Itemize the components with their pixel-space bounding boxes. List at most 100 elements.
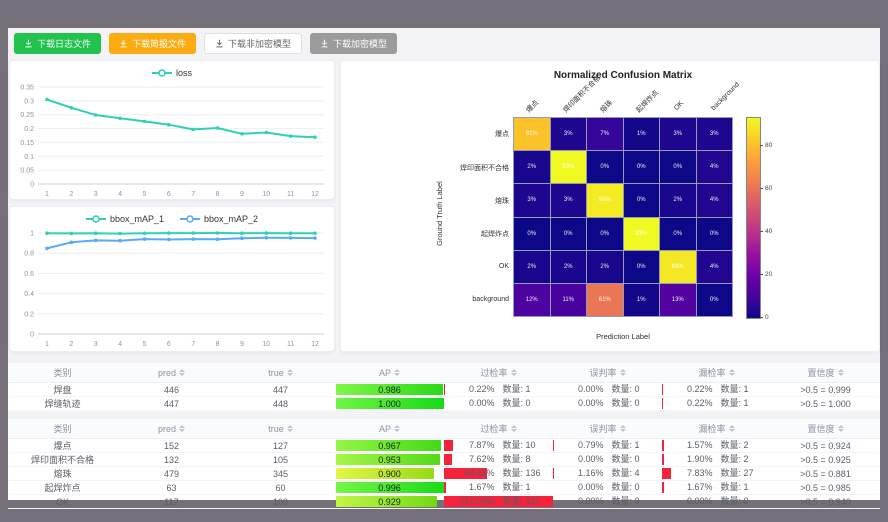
matrix-cell: 0% bbox=[587, 151, 623, 183]
app-window: { "toolbar": { "buttons": [ {"label": "下… bbox=[0, 0, 888, 522]
rate-percent: 0.00% bbox=[556, 383, 604, 396]
bbox-map-line-chart: 00.20.40.60.81123456789101112 bbox=[10, 227, 334, 349]
svg-text:0.05: 0.05 bbox=[20, 168, 34, 175]
matrix-cell: 0% bbox=[660, 218, 696, 250]
column-header-miss-rate[interactable]: 漏检率 bbox=[662, 419, 771, 439]
column-header-true[interactable]: true bbox=[226, 419, 335, 439]
ap-value: 0.929 bbox=[335, 497, 444, 507]
confusion-matrix-card: Normalized Confusion Matrix 81%3%7%1%3%3… bbox=[340, 60, 880, 352]
column-header-true[interactable]: true bbox=[226, 363, 335, 383]
column-header-ap[interactable]: AP bbox=[335, 419, 444, 439]
rate-percent: 0.00% bbox=[556, 453, 604, 466]
rate-percent: 117.00% bbox=[447, 495, 495, 508]
rate-count: 数量: 117 bbox=[503, 495, 551, 508]
matrix-cell: 0% bbox=[697, 218, 733, 250]
svg-text:1: 1 bbox=[45, 191, 49, 198]
ap-value: 0.986 bbox=[335, 385, 444, 395]
column-header-mis-rate[interactable]: 误判率 bbox=[553, 419, 662, 439]
download-log-button[interactable]: 下载日志文件 bbox=[14, 33, 101, 54]
column-header-confidence[interactable]: 置信度 bbox=[771, 419, 880, 439]
svg-text:10: 10 bbox=[262, 341, 270, 348]
svg-text:3: 3 bbox=[94, 191, 98, 198]
colorbar-tick bbox=[760, 274, 763, 275]
download-icon bbox=[119, 39, 128, 48]
mis-rate-cell: 0.00%数量: 0 bbox=[553, 453, 662, 467]
matrix-row-label: 焊印面积不合格 bbox=[397, 163, 509, 173]
column-header-label: 类别 bbox=[53, 366, 71, 379]
mis-rate-cell: 0.00%数量: 0 bbox=[553, 481, 662, 495]
column-header-over-rate[interactable]: 过检率 bbox=[444, 363, 553, 383]
column-header-ap[interactable]: AP bbox=[335, 363, 444, 383]
sort-carets-icon bbox=[838, 369, 844, 376]
matrix-cell: 0% bbox=[624, 151, 660, 183]
colorbar-tick-label: 20 bbox=[765, 271, 772, 278]
matrix-cell: 2% bbox=[660, 184, 696, 216]
matrix-cell: 11% bbox=[551, 284, 587, 316]
confidence-cell: >0.5 = 1.000 bbox=[771, 397, 880, 411]
matrix-column-label: background bbox=[710, 81, 741, 112]
metrics-tables-section: 类别predtrueAP过检率误判率漏检率置信度焊盘4464470.9860.2… bbox=[8, 363, 880, 500]
download-unencrypted-model-label: 下载非加密模型 bbox=[228, 37, 291, 50]
colorbar-tick bbox=[760, 317, 763, 318]
confusion-matrix-ylabel: Ground Truth Label bbox=[435, 181, 444, 246]
line-marker-icon bbox=[152, 68, 172, 78]
matrix-cell: 93% bbox=[551, 151, 587, 183]
download-encrypted-model-label: 下载加密模型 bbox=[333, 37, 387, 50]
svg-text:7: 7 bbox=[191, 341, 195, 348]
over-rate-cell: 1.67%数量: 1 bbox=[444, 481, 553, 495]
column-header-confidence[interactable]: 置信度 bbox=[771, 363, 880, 383]
ap-cell: 0.967 bbox=[335, 439, 444, 453]
legend-item-bbox-map-1[interactable]: bbox_mAP_1 bbox=[86, 214, 164, 224]
matrix-cell: 4% bbox=[697, 184, 733, 216]
download-report-button[interactable]: 下载简报文件 bbox=[109, 33, 196, 54]
column-header-over-rate[interactable]: 过检率 bbox=[444, 419, 553, 439]
svg-text:10: 10 bbox=[262, 191, 270, 198]
sort-carets-icon bbox=[729, 369, 735, 376]
loss-chart-legend: loss bbox=[10, 61, 334, 81]
over-rate-cell: 0.22%数量: 1 bbox=[444, 383, 553, 397]
colorbar-tick bbox=[760, 188, 763, 189]
download-unencrypted-model-button[interactable]: 下载非加密模型 bbox=[204, 33, 302, 54]
sort-carets-icon bbox=[179, 425, 185, 432]
rate-percent: 7.62% bbox=[447, 453, 495, 466]
column-header-label: 过检率 bbox=[480, 422, 507, 435]
metrics-table: 类别predtrueAP过检率误判率漏检率置信度焊盘4464470.9860.2… bbox=[8, 363, 880, 411]
rate-percent: 39.42% bbox=[447, 467, 495, 480]
legend-item-bbox-map-2[interactable]: bbox_mAP_2 bbox=[180, 214, 258, 224]
svg-text:9: 9 bbox=[240, 191, 244, 198]
column-header-class: 类别 bbox=[8, 419, 117, 439]
column-header-label: true bbox=[268, 368, 284, 378]
column-header-label: 漏检率 bbox=[698, 422, 725, 435]
matrix-cell: 3% bbox=[551, 118, 587, 150]
svg-text:0.2: 0.2 bbox=[24, 126, 34, 133]
summary-metrics-table: 类别predtrueAP过检率误判率漏检率置信度焊盘4464470.9860.2… bbox=[8, 363, 880, 411]
matrix-cell: 2% bbox=[587, 251, 623, 283]
column-header-mis-rate[interactable]: 误判率 bbox=[553, 363, 662, 383]
ap-value: 1.000 bbox=[335, 399, 444, 409]
column-header-pred[interactable]: pred bbox=[117, 363, 226, 383]
matrix-column-label: OK bbox=[673, 100, 685, 112]
column-header-label: true bbox=[268, 424, 284, 434]
legend-item-loss[interactable]: loss bbox=[152, 68, 192, 78]
confidence-cell: >0.5 = 0.985 bbox=[771, 481, 880, 495]
download-encrypted-model-button[interactable]: 下载加密模型 bbox=[310, 33, 397, 54]
svg-text:0: 0 bbox=[30, 182, 34, 189]
matrix-column-label: 起焊炸点 bbox=[634, 88, 661, 115]
matrix-cell: 13% bbox=[660, 284, 696, 316]
sort-carets-icon bbox=[620, 369, 626, 376]
column-header-label: 类别 bbox=[53, 422, 71, 435]
column-header-pred[interactable]: pred bbox=[117, 419, 226, 439]
pred-count-cell: 63 bbox=[117, 481, 226, 495]
miss-rate-cell: 1.90%数量: 2 bbox=[662, 453, 771, 467]
rate-count: 数量: 0 bbox=[612, 397, 660, 410]
mis-rate-cell: 0.00%数量: 0 bbox=[553, 383, 662, 397]
colorbar-tick-label: 60 bbox=[765, 185, 772, 192]
rate-percent: 0.22% bbox=[447, 383, 495, 396]
matrix-cell: 3% bbox=[660, 118, 696, 150]
matrix-column-label: 熔珠 bbox=[598, 98, 615, 115]
matrix-cell: 2% bbox=[551, 251, 587, 283]
colorbar-tick-label: 40 bbox=[765, 228, 772, 235]
table-row: 焊缝轨迹4474481.0000.00%数量: 00.00%数量: 00.22%… bbox=[8, 397, 880, 411]
sort-carets-icon bbox=[394, 425, 400, 432]
column-header-miss-rate[interactable]: 漏检率 bbox=[662, 363, 771, 383]
